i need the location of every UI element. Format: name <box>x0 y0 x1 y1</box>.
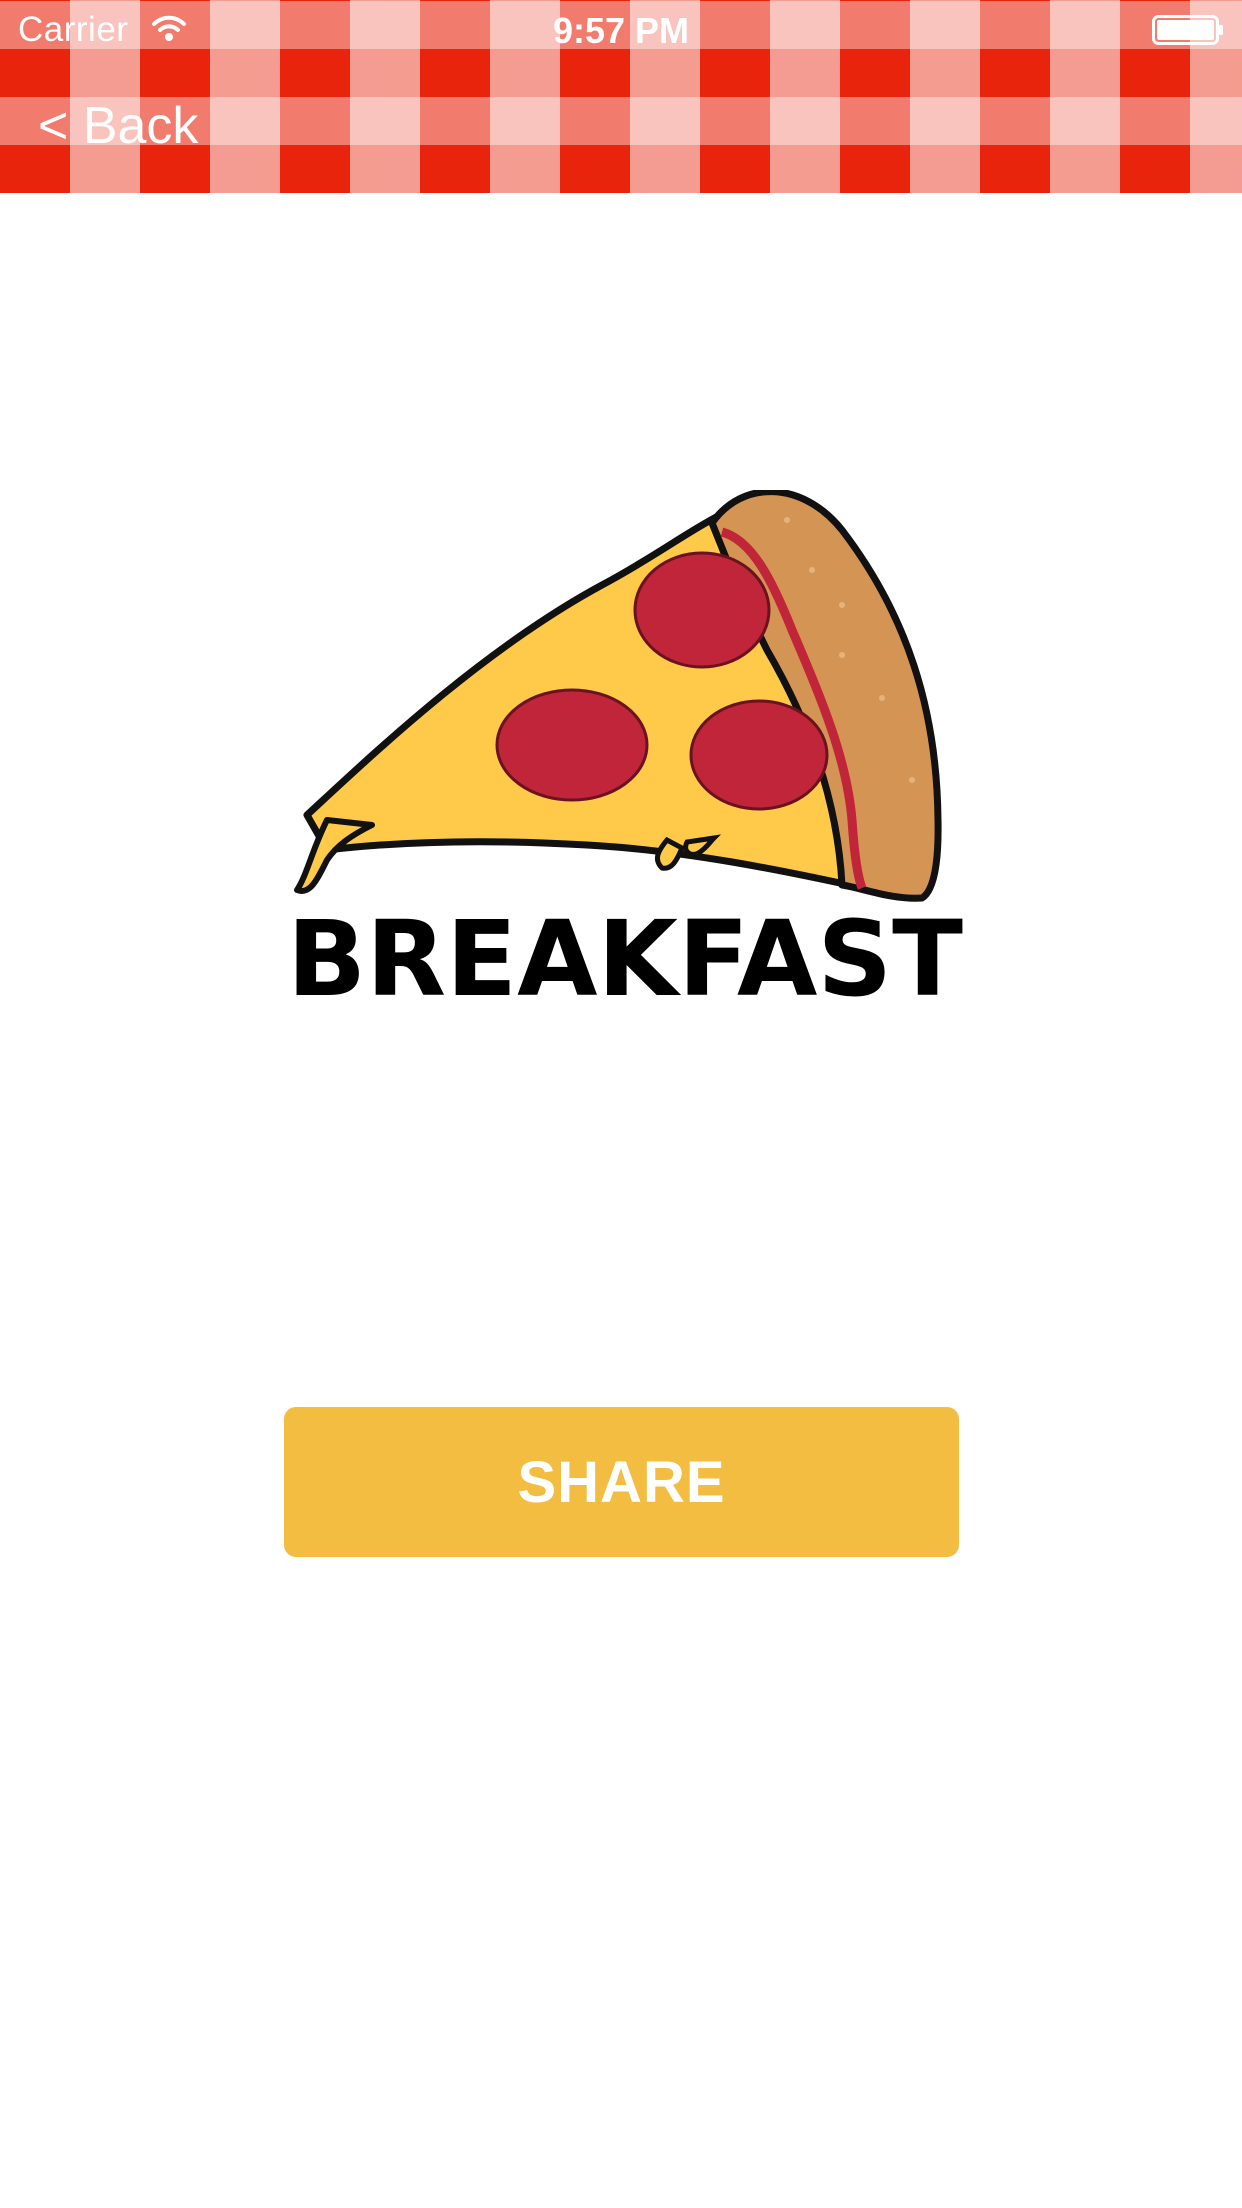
breakfast-logo: BREAKFAST <box>287 490 963 1010</box>
nav-header: Carrier 9:57 PM < Back <box>0 0 1242 193</box>
pepperoni-icon <box>495 688 649 802</box>
battery-icon <box>1152 15 1223 45</box>
pizza-slice-icon <box>294 490 942 902</box>
status-time: 9:57 PM <box>552 10 690 51</box>
pepperoni-icon <box>633 551 771 669</box>
breakfast-wordmark: BREAKFAST <box>287 898 963 1010</box>
status-bar: Carrier 9:57 PM <box>0 0 1242 60</box>
back-button[interactable]: < Back <box>38 96 198 156</box>
pepperoni-icon <box>689 699 829 811</box>
share-button[interactable]: SHARE <box>284 1407 959 1557</box>
